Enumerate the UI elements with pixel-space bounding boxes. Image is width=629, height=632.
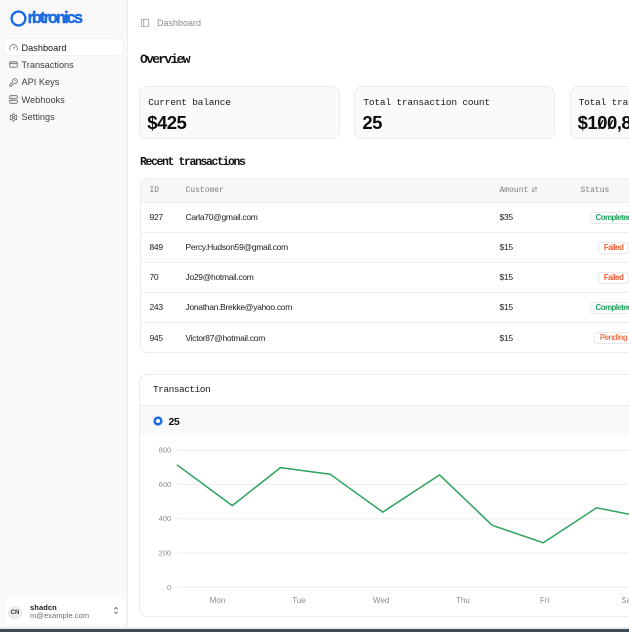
svg-text:600: 600 (159, 480, 172, 489)
svg-text:Tue: Tue (292, 596, 306, 605)
svg-text:Mon: Mon (210, 596, 226, 605)
svg-text:0: 0 (167, 583, 171, 592)
svg-text:200: 200 (159, 549, 172, 558)
svg-text:Wed: Wed (373, 596, 389, 605)
svg-text:Sat: Sat (621, 596, 629, 605)
svg-text:Thu: Thu (456, 596, 470, 605)
svg-text:400: 400 (159, 515, 172, 524)
svg-text:Fri: Fri (540, 596, 550, 605)
svg-text:800: 800 (159, 446, 172, 455)
